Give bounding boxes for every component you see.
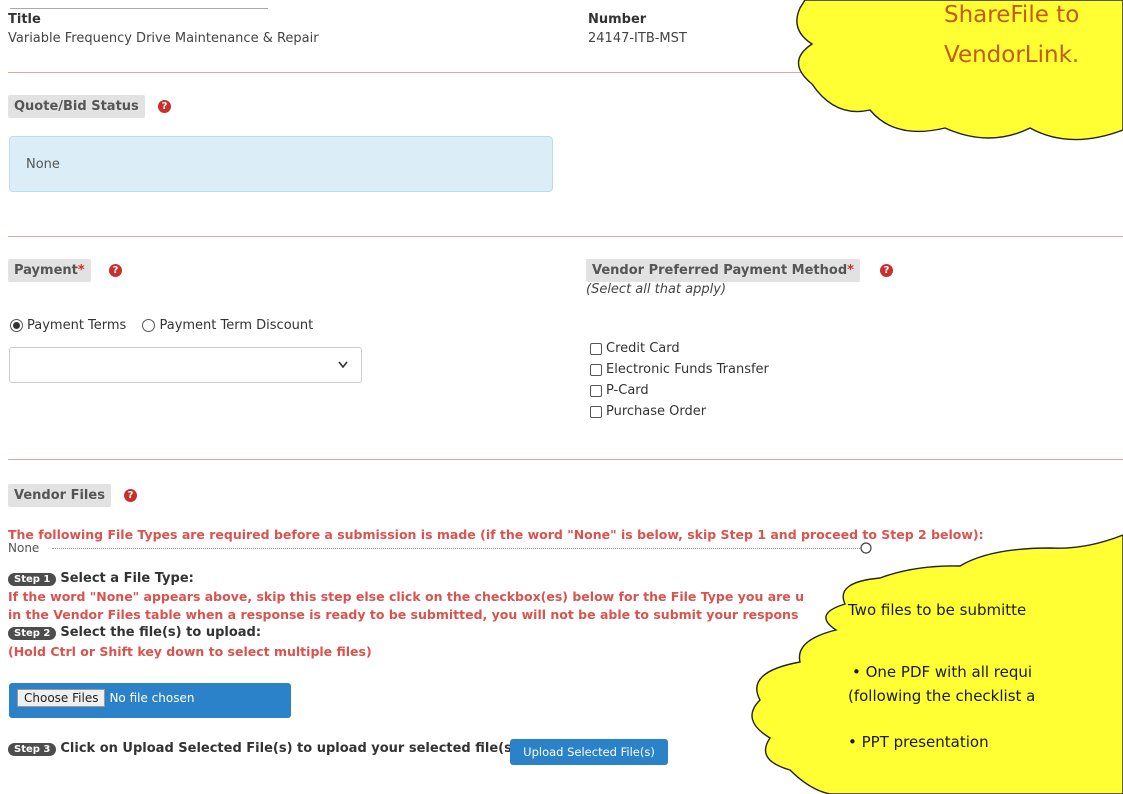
callout-connector	[860, 542, 872, 554]
top-callout-line1: ShareFile to	[944, 2, 1080, 28]
bottom-callout-line4: • PPT presentation	[848, 733, 989, 751]
bottom-callout-line1: Two files to be submitte	[848, 601, 1027, 619]
bottom-callout-line3: (following the checklist a	[848, 687, 1036, 705]
bottom-callout-line2: • One PDF with all requi	[852, 663, 1033, 681]
top-callout-line2: VendorLink.	[944, 42, 1080, 68]
